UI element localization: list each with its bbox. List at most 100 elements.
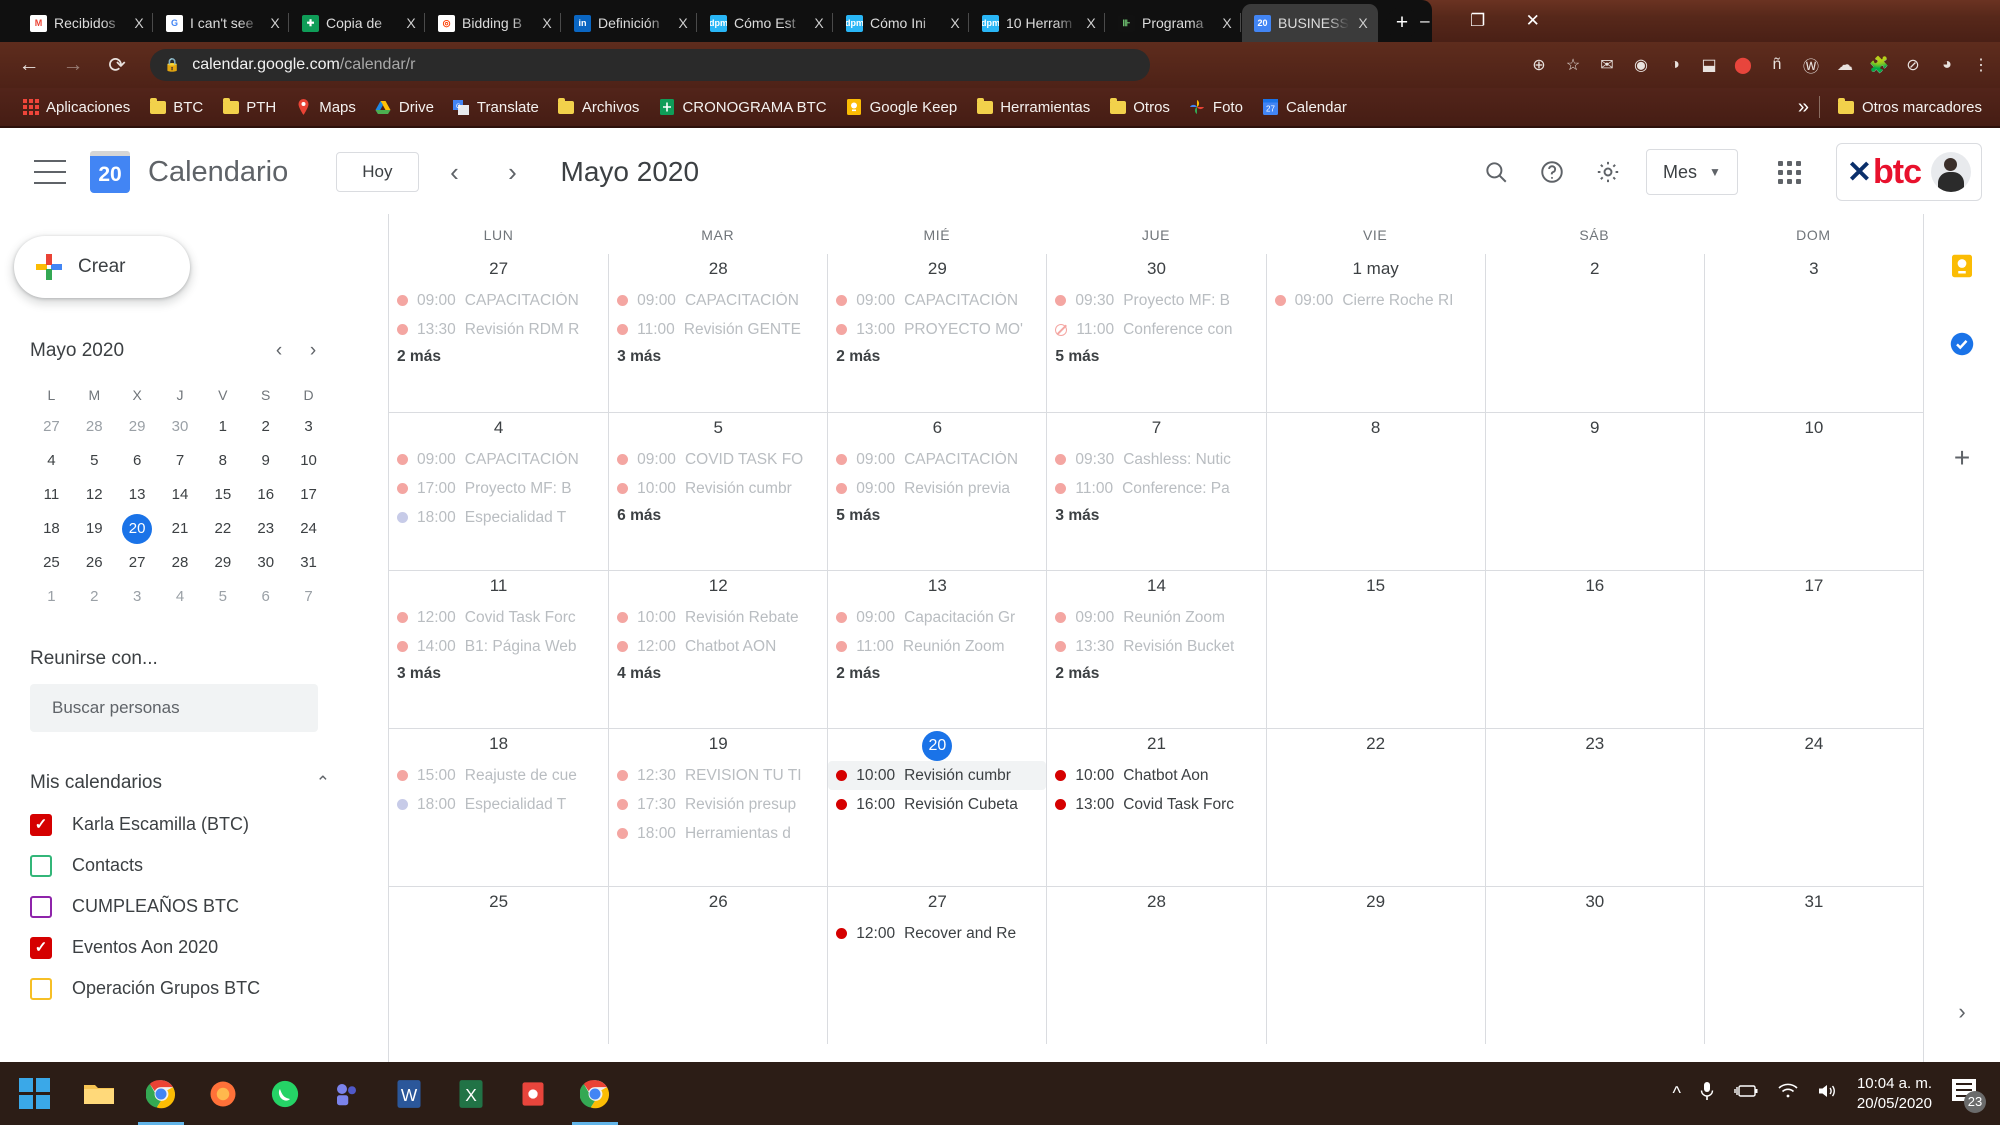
day-number[interactable]: 10 [1705,415,1923,445]
bookmark-item[interactable]: Google Keep [838,96,966,119]
calendar-event[interactable]: 10:00 Revisión cumbr [609,474,827,503]
calendar-event[interactable]: 09:30 Proyecto MF: B [1047,286,1265,315]
day-cell[interactable]: 29 [1265,887,1485,1044]
day-number[interactable]: 14 [1047,573,1265,603]
day-number[interactable]: 13 [828,573,1046,603]
day-number[interactable]: 19 [609,731,827,761]
mini-calendar-day[interactable]: 9 [244,444,287,478]
browser-tab[interactable]: ◎ Bidding B X [426,4,562,42]
close-tab-icon[interactable]: X [540,15,554,31]
bookmark-item[interactable]: Maps [287,96,364,119]
profile-avatar-icon[interactable]: ◕ [1932,50,1962,80]
close-tab-icon[interactable]: X [1084,15,1098,31]
taskbar-word-icon[interactable]: W [378,1062,440,1125]
calendar-event[interactable]: 12:30 REVISION TU TI [609,761,827,790]
close-tab-icon[interactable]: X [1356,15,1370,31]
bookmark-item[interactable]: CRONOGRAMA BTC [650,96,834,119]
account-box[interactable]: ✕ btc [1835,143,1982,201]
day-cell[interactable]: 24 [1703,729,1923,886]
mini-calendar-day[interactable]: 10 [287,444,330,478]
calendar-list-item[interactable]: ✓ Karla Escamilla (BTC) [30,804,330,845]
mini-calendar-day[interactable]: 6 [116,444,159,478]
reload-icon[interactable]: ⟳ [102,50,132,80]
more-events-link[interactable]: 5 más [828,503,1046,531]
day-cell[interactable]: 27 09:00 CAPACITACIÓN 13:30 Revisión RDM R 2 … [389,254,608,412]
bookmark-item[interactable]: Aplicaciones [14,96,138,119]
mini-calendar-day[interactable]: 4 [30,444,73,478]
day-cell[interactable]: 15 [1265,571,1485,728]
mini-calendar-day[interactable]: 8 [201,444,244,478]
mini-calendar-day[interactable]: 5 [201,580,244,614]
address-bar[interactable]: 🔒 calendar.google.com/calendar/r [150,49,1150,81]
mini-calendar-day[interactable]: 23 [244,512,287,546]
more-events-link[interactable]: 2 más [828,344,1046,372]
mini-calendar-day[interactable]: 3 [287,410,330,444]
day-number[interactable]: 30 [1486,889,1704,919]
my-calendars-header[interactable]: Mis calendarios ⌃ [30,772,330,794]
calendar-event[interactable]: 09:00 Revisión previa [828,474,1046,503]
calendar-event[interactable]: 13:00 PROYECTO MO' [828,315,1046,344]
restore-button[interactable]: ❐ [1470,11,1485,31]
more-events-link[interactable]: 3 más [1047,503,1265,531]
mini-calendar-day[interactable]: 6 [244,580,287,614]
day-cell[interactable]: 31 [1703,887,1923,1044]
mail-icon[interactable]: ✉ [1592,50,1622,80]
day-cell[interactable]: 18 15:00 Reajuste de cue 18:00 Especialidad … [389,729,608,886]
day-number[interactable]: 17 [1705,573,1923,603]
day-number[interactable]: 24 [1705,731,1923,761]
close-tab-icon[interactable]: X [676,15,690,31]
calendar-event[interactable]: 10:00 Chatbot Aon [1047,761,1265,790]
day-cell[interactable]: 3 [1703,254,1923,412]
calendar-list-item[interactable]: CUMPLEAÑOS BTC [30,886,330,927]
calendar-event[interactable]: 17:00 Proyecto MF: B [389,474,608,503]
mini-calendar-day[interactable]: 27 [116,546,159,580]
close-tab-icon[interactable]: X [948,15,962,31]
mini-prev-button[interactable]: ‹ [262,334,296,368]
search-icon[interactable] [1470,146,1522,198]
mini-calendar-day[interactable]: 22 [201,512,244,546]
day-number[interactable]: 27 [828,889,1046,919]
browser-tab[interactable]: ⊪ Programa X [1106,4,1242,42]
tray-expand-icon[interactable]: ^ [1672,1083,1680,1104]
browser-tab[interactable]: G I can't see X [154,4,290,42]
blocked-icon[interactable]: ⊘ [1898,50,1928,80]
mini-calendar-day[interactable]: 1 [201,410,244,444]
calendar-list-item[interactable]: Contacts [30,845,330,886]
mini-calendar-day[interactable]: 19 [73,512,116,546]
google-apps-icon[interactable] [1764,146,1816,198]
avatar[interactable] [1931,152,1971,192]
day-number[interactable]: 21 [1047,731,1265,761]
mini-calendar-day[interactable]: 26 [73,546,116,580]
more-events-link[interactable]: 3 más [609,344,827,372]
more-events-link[interactable]: 2 más [1047,661,1265,689]
close-window-button[interactable]: ✕ [1526,11,1540,31]
calendar-event[interactable]: 10:00 Revisión cumbr [828,761,1047,790]
day-number[interactable]: 15 [1267,573,1485,603]
browser-tab[interactable]: dpm Cómo Est X [698,4,834,42]
day-number[interactable]: 18 [389,731,608,761]
next-month-button[interactable]: › [491,150,535,194]
day-number[interactable]: 28 [609,256,827,286]
calendar-event[interactable]: 12:00 Chatbot AON [609,632,827,661]
microphone-icon[interactable] [1699,1081,1715,1106]
day-number[interactable]: 26 [609,889,827,919]
keep-icon[interactable] [1936,240,1988,292]
chrome-menu-icon[interactable]: ⋮ [1966,50,1996,80]
mini-calendar-day[interactable]: 13 [116,478,159,512]
calendar-checkbox[interactable] [30,977,52,1000]
day-cell[interactable]: 26 [608,887,827,1044]
day-cell[interactable]: 28 [1046,887,1265,1044]
wifi-icon[interactable] [1777,1082,1799,1105]
browser-tab[interactable]: dpm Cómo Ini X [834,4,970,42]
day-cell[interactable]: 22 [1265,729,1485,886]
chevron-up-icon[interactable]: ⌃ [316,773,330,793]
calendar-event[interactable]: 17:30 Revisión presup [609,790,827,819]
day-cell[interactable]: 28 09:00 CAPACITACIÓN 11:00 Revisión GENTE 3 … [608,254,827,412]
taskbar-chrome-icon[interactable] [130,1062,192,1125]
main-menu-icon[interactable] [34,160,66,184]
calendar-event[interactable]: 09:00 CAPACITACIÓN [389,445,608,474]
day-cell[interactable]: 27 12:00 Recover and Re [827,887,1046,1044]
day-number[interactable]: 27 [389,256,608,286]
mini-calendar-day[interactable]: 27 [30,410,73,444]
mini-calendar-day[interactable]: 16 [244,478,287,512]
